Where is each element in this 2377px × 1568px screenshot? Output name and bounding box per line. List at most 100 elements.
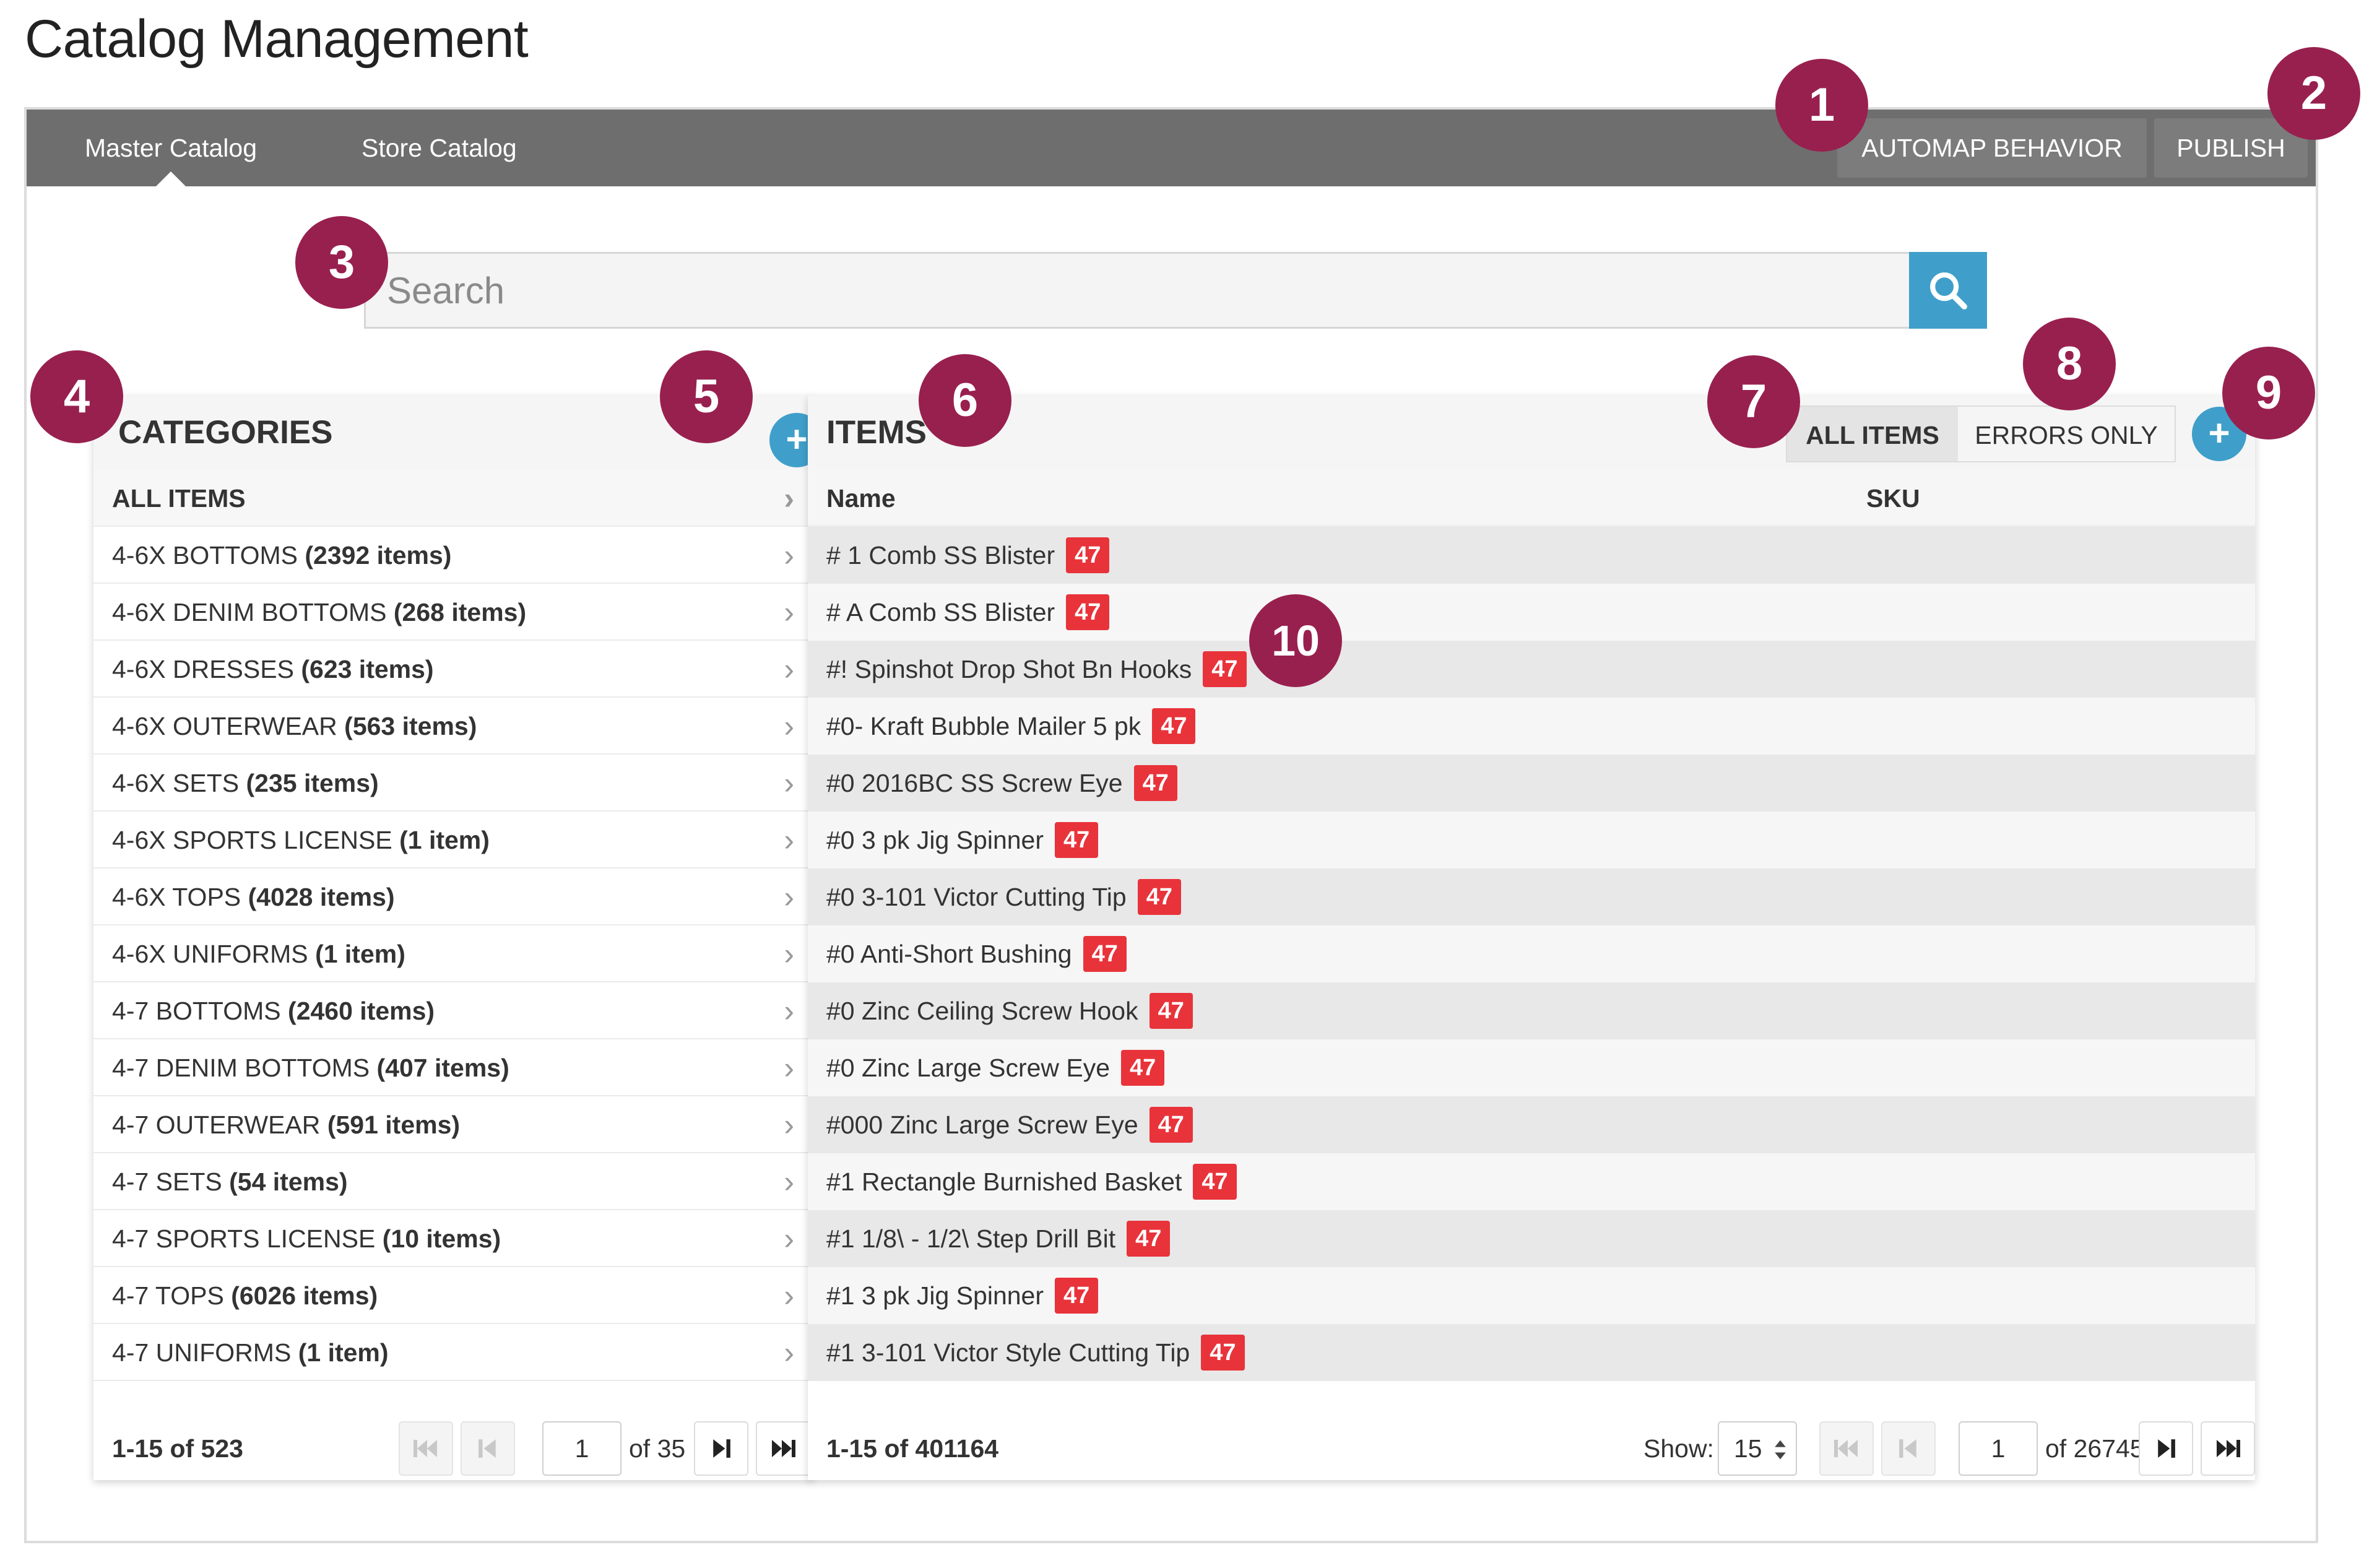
item-row[interactable]: #0 Anti-Short Bushing 47 (808, 925, 2255, 982)
last-page-button[interactable] (756, 1421, 810, 1476)
annotation-marker: 10 (1249, 594, 1342, 687)
item-name: #0 Anti-Short Bushing (826, 940, 1072, 968)
item-row[interactable]: #! Spinshot Drop Shot Bn Hooks 47 (808, 641, 2255, 698)
category-all-items[interactable]: ALL ITEMS › (93, 470, 813, 527)
catalog-frame: Master Catalog Store Catalog AUTOMAP BEH… (24, 107, 2318, 1543)
items-header: ITEMS ALL ITEMS ERRORS ONLY + (808, 396, 2255, 470)
tab-master-catalog[interactable]: Master Catalog (85, 110, 257, 186)
chevron-right-icon: › (784, 1278, 794, 1313)
category-row[interactable]: 4-6X SPORTS LICENSE (1 item) › (93, 812, 813, 868)
page-input[interactable] (542, 1421, 621, 1476)
category-label: 4-6X OUTERWEAR (563 items) (112, 698, 477, 755)
prev-page-button[interactable] (1881, 1421, 1936, 1476)
category-name: 4-6X DENIM BOTTOMS (112, 598, 387, 626)
annotation-marker: 1 (1775, 59, 1868, 152)
category-count: (623 items) (301, 655, 434, 683)
category-name: 4-7 BOTTOMS (112, 997, 281, 1025)
item-row[interactable]: #0- Kraft Bubble Mailer 5 pk 47 (808, 698, 2255, 755)
category-row[interactable]: 4-7 UNIFORMS (1 item) › (93, 1324, 813, 1381)
item-name-cell: #0- Kraft Bubble Mailer 5 pk 47 (826, 698, 1196, 755)
item-row[interactable]: # A Comb SS Blister 47 (808, 584, 2255, 641)
item-name-cell: # 1 Comb SS Blister 47 (826, 527, 1110, 584)
category-row[interactable]: 4-6X BOTTOMS (2392 items) › (93, 527, 813, 584)
category-label: 4-7 SPORTS LICENSE (10 items) (112, 1210, 501, 1267)
item-row[interactable]: #0 Zinc Ceiling Screw Hook 47 (808, 982, 2255, 1039)
first-page-button[interactable] (1819, 1421, 1874, 1476)
category-name: 4-6X OUTERWEAR (112, 712, 337, 740)
category-label: 4-7 OUTERWEAR (591 items) (112, 1096, 460, 1153)
page-size-select[interactable]: 15 (1718, 1421, 1797, 1476)
last-page-button[interactable] (2201, 1421, 2255, 1476)
category-count: (235 items) (246, 769, 379, 797)
first-page-button[interactable] (399, 1421, 453, 1476)
item-name-cell: #1 3-101 Victor Style Cutting Tip 47 (826, 1324, 1245, 1381)
item-row[interactable]: #1 3 pk Jig Spinner 47 (808, 1267, 2255, 1324)
item-name: #0 3 pk Jig Spinner (826, 826, 1044, 854)
category-row[interactable]: 4-6X DRESSES (623 items) › (93, 641, 813, 698)
category-row[interactable]: 4-7 TOPS (6026 items) › (93, 1267, 813, 1324)
item-name: #1 3-101 Victor Style Cutting Tip (826, 1338, 1190, 1367)
item-name-cell: #000 Zinc Large Screw Eye 47 (826, 1096, 1193, 1153)
category-name: 4-7 TOPS (112, 1281, 224, 1310)
category-row[interactable]: 4-7 OUTERWEAR (591 items) › (93, 1096, 813, 1153)
next-page-button[interactable] (694, 1421, 748, 1476)
error-count-badge: 47 (1055, 1278, 1099, 1314)
category-row[interactable]: 4-7 BOTTOMS (2460 items) › (93, 982, 813, 1039)
item-row[interactable]: #1 1/8\ - 1/2\ Step Drill Bit 47 (808, 1210, 2255, 1267)
item-row[interactable]: # 1 Comb SS Blister 47 (808, 527, 2255, 584)
item-name-cell: #0 Zinc Large Screw Eye 47 (826, 1039, 1165, 1096)
category-name: 4-6X BOTTOMS (112, 541, 298, 570)
item-name: #000 Zinc Large Screw Eye (826, 1111, 1138, 1139)
chevron-right-icon: › (784, 1335, 794, 1370)
category-name: 4-7 SETS (112, 1167, 222, 1196)
last-page-icon (2217, 1440, 2240, 1457)
automap-behavior-button[interactable]: AUTOMAP BEHAVIOR (1837, 118, 2147, 178)
item-name: #0 Zinc Ceiling Screw Hook (826, 997, 1138, 1025)
category-row[interactable]: 4-7 SPORTS LICENSE (10 items) › (93, 1210, 813, 1267)
first-page-icon (413, 1440, 437, 1457)
annotation-marker: 9 (2222, 347, 2315, 440)
category-row[interactable]: 4-6X OUTERWEAR (563 items) › (93, 698, 813, 755)
category-row[interactable]: 4-7 DENIM BOTTOMS (407 items) › (93, 1039, 813, 1096)
error-count-badge: 47 (1127, 1221, 1171, 1257)
category-count: (563 items) (344, 712, 477, 740)
item-name-cell: # A Comb SS Blister 47 (826, 584, 1110, 641)
item-row[interactable]: #0 Zinc Large Screw Eye 47 (808, 1039, 2255, 1096)
category-row[interactable]: 4-6X DENIM BOTTOMS (268 items) › (93, 584, 813, 641)
item-name-cell: #0 2016BC SS Screw Eye 47 (826, 755, 1177, 812)
items-range: 1-15 of 401164 (826, 1434, 999, 1463)
tab-store-catalog[interactable]: Store Catalog (362, 110, 517, 186)
search-button[interactable] (1909, 252, 1987, 329)
plus-icon: + (2208, 412, 2230, 454)
item-row[interactable]: #0 3-101 Victor Cutting Tip 47 (808, 868, 2255, 925)
category-row[interactable]: 4-6X UNIFORMS (1 item) › (93, 925, 813, 982)
item-name: #! Spinshot Drop Shot Bn Hooks (826, 655, 1192, 683)
item-row[interactable]: #0 2016BC SS Screw Eye 47 (808, 755, 2255, 812)
category-label: 4-7 BOTTOMS (2460 items) (112, 982, 435, 1039)
search-input[interactable] (364, 252, 1912, 329)
category-row[interactable]: 4-6X TOPS (4028 items) › (93, 868, 813, 925)
category-label: 4-7 TOPS (6026 items) (112, 1267, 378, 1324)
item-row[interactable]: #1 3-101 Victor Style Cutting Tip 47 (808, 1324, 2255, 1381)
filter-errors-only[interactable]: ERRORS ONLY (1958, 405, 2176, 462)
next-page-button[interactable] (2139, 1421, 2193, 1476)
category-count: (268 items) (393, 598, 527, 626)
category-label: 4-7 UNIFORMS (1 item) (112, 1324, 389, 1381)
page-input[interactable] (1959, 1421, 2038, 1476)
items-title: ITEMS (826, 414, 927, 451)
category-row[interactable]: 4-7 SETS (54 items) › (93, 1153, 813, 1210)
item-name: #0- Kraft Bubble Mailer 5 pk (826, 712, 1141, 740)
item-name-cell: #0 Anti-Short Bushing 47 (826, 925, 1127, 982)
item-row[interactable]: #1 Rectangle Burnished Basket 47 (808, 1153, 2255, 1210)
category-row[interactable]: 4-6X SETS (235 items) › (93, 755, 813, 812)
item-row[interactable]: #0 3 pk Jig Spinner 47 (808, 812, 2255, 868)
name-column-header: Name (826, 484, 896, 513)
annotation-marker: 4 (30, 350, 123, 443)
category-name: 4-7 UNIFORMS (112, 1338, 292, 1367)
item-name: #0 3-101 Victor Cutting Tip (826, 883, 1127, 911)
select-arrows-icon (1775, 1440, 1786, 1460)
category-label: 4-7 SETS (54 items) (112, 1153, 348, 1210)
item-row[interactable]: #000 Zinc Large Screw Eye 47 (808, 1096, 2255, 1153)
prev-page-button[interactable] (461, 1421, 515, 1476)
filter-all-items[interactable]: ALL ITEMS (1786, 405, 1959, 462)
